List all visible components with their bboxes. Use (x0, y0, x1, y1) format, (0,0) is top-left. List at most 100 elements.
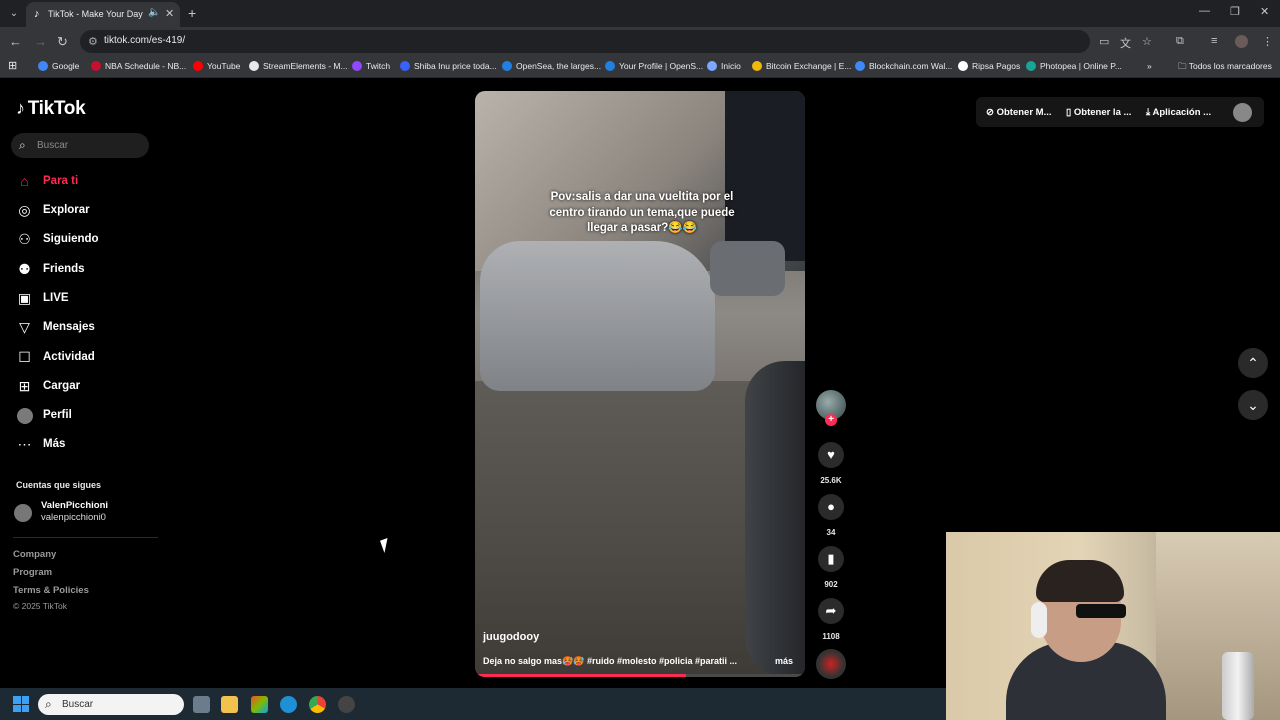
all-bookmarks-folder[interactable]: 🗀 Todos los marcadores (1178, 61, 1272, 75)
bookmarks-bar: ⊞ Google NBA Schedule - NB... YouTube St… (0, 56, 1280, 78)
new-tab-button[interactable]: + (188, 5, 196, 21)
bookmark-star-icon[interactable]: ☆ (1142, 35, 1152, 48)
share-count: 1108 (822, 632, 840, 641)
chevron-up-icon[interactable]: ⌃ (1238, 348, 1268, 378)
obs-icon[interactable] (338, 696, 355, 713)
comment-icon[interactable]: ● (818, 494, 844, 520)
search-icon: ⌕ (19, 138, 26, 152)
bookmark-item[interactable]: Twitch (352, 61, 390, 71)
bookmark-icon[interactable]: ▮ (818, 546, 844, 572)
get-app-button[interactable]: ▯ Obtener la ... (1066, 107, 1131, 118)
nav-item-live[interactable]: ▣ LIVE (16, 288, 69, 308)
chrome-icon[interactable] (309, 696, 326, 713)
profile-avatar[interactable] (1233, 103, 1252, 122)
browser-toolbar: ← → ↻ ⚙ tiktok.com/es-419/ ▭ 文 ☆ ⧉ ≡ ⋮ (0, 27, 1280, 56)
like-icon[interactable]: ♥ (818, 442, 844, 468)
divider (13, 537, 158, 538)
edge-icon[interactable] (280, 696, 297, 713)
nav-item-mensajes[interactable]: ▽ Mensajes (16, 317, 95, 337)
webcam-headphones (1031, 602, 1047, 638)
follow-plus-icon[interactable]: + (825, 414, 837, 426)
nav-item-friends[interactable]: ⚉ Friends (16, 259, 84, 279)
desktop-app-button[interactable]: ⤓ Aplicación ... (1146, 107, 1211, 118)
bookmark-item[interactable]: OpenSea, the larges... (502, 61, 601, 71)
webcam-sunglasses (1076, 604, 1126, 618)
site-info-icon[interactable]: ⚙ (88, 35, 98, 48)
home-icon: ⌂ (20, 172, 29, 189)
nav-item-cargar[interactable]: ⊞ Cargar (16, 376, 80, 396)
nav-item-actividad[interactable]: ☐ Actividad (16, 347, 95, 367)
nav-item-siguiendo[interactable]: ⚇ Siguiendo (16, 229, 98, 249)
footer-link-company[interactable]: Company (13, 549, 56, 560)
more-bookmarks-icon[interactable]: » (1147, 61, 1152, 71)
windows-start-icon[interactable] (13, 696, 29, 712)
taskbar-search-input[interactable]: ⌕ Buscar (38, 694, 184, 715)
menu-icon[interactable]: ⋮ (1262, 35, 1273, 48)
profile-icon (16, 407, 33, 424)
bookmark-item[interactable]: Your Profile | OpenS... (605, 61, 703, 71)
audio-playing-icon[interactable]: 🔈 (148, 7, 160, 18)
browser-tab[interactable]: ♪ TikTok - Make Your Day 🔈 ✕ (26, 2, 180, 27)
nav-item-explorar[interactable]: ◎ Explorar (16, 200, 89, 220)
apps-grid-icon[interactable]: ⊞ (8, 59, 17, 72)
bookmark-item[interactable]: Inicio (707, 61, 741, 71)
video-frame-car (710, 241, 785, 296)
profile-avatar[interactable] (1235, 35, 1248, 48)
nav-item-perfil[interactable]: Perfil (16, 405, 72, 425)
more-button[interactable]: más (775, 656, 793, 666)
share-icon[interactable]: ➦ (818, 598, 844, 624)
media-control-icon[interactable]: ≡ (1211, 35, 1217, 47)
chevron-down-icon[interactable]: ⌄ (1238, 390, 1268, 420)
copilot-icon[interactable] (251, 696, 268, 713)
avatar (14, 504, 32, 522)
reload-icon[interactable]: ↻ (57, 34, 68, 50)
nav-item-mas[interactable]: ⋯ Más (16, 434, 66, 454)
restore-window-icon[interactable]: ❐ (1230, 5, 1240, 18)
bookmark-item[interactable]: Photopea | Online P... (1026, 61, 1122, 71)
bookmark-item[interactable]: NBA Schedule - NB... (91, 61, 186, 71)
close-window-icon[interactable]: ✕ (1260, 5, 1269, 18)
webcam-person-hair (1036, 560, 1124, 602)
following-icon: ⚇ (18, 230, 31, 247)
cast-icon[interactable]: ▭ (1099, 35, 1109, 48)
bookmark-item[interactable]: Ripsa Pagos (958, 61, 1020, 71)
back-icon[interactable]: ← (9, 34, 22, 49)
following-section-title: Cuentas que sigues (16, 480, 102, 490)
browser-tab-bar: ⌄ ♪ TikTok - Make Your Day 🔈 ✕ + — ❐ ✕ (0, 0, 1280, 27)
save-count: 902 (824, 580, 838, 589)
footer-link-terms[interactable]: Terms & Policies (13, 585, 89, 596)
translate-icon[interactable]: 文 (1120, 35, 1131, 51)
messages-icon: ▽ (19, 318, 30, 335)
video-progress-bar[interactable] (475, 674, 805, 677)
bookmark-item[interactable]: Blockchain.com Wal... (855, 61, 952, 71)
activity-icon: ☐ (18, 348, 31, 365)
tab-list-button[interactable]: ⌄ (6, 6, 22, 22)
webcam-background (1156, 532, 1280, 720)
bookmark-item[interactable]: Bitcoin Exchange | E... (752, 61, 851, 71)
windows-taskbar: ⌕ Buscar (0, 688, 946, 720)
tiktok-logo[interactable]: ♪ TikTok (16, 98, 86, 120)
extensions-icon[interactable]: ⧉ (1176, 35, 1184, 48)
nav-item-para-ti[interactable]: ⌂ Para ti (16, 171, 78, 191)
bookmark-item[interactable]: Google (38, 61, 79, 71)
close-tab-icon[interactable]: ✕ (165, 7, 174, 20)
video-username[interactable]: juugodooy (483, 631, 539, 643)
minimize-window-icon[interactable]: — (1199, 5, 1210, 17)
webcam-overlay (946, 532, 1280, 720)
get-coins-button[interactable]: ⊘ Obtener M... (986, 107, 1052, 118)
video-player[interactable]: Pov:salis a dar una vueltita por el cent… (475, 91, 805, 677)
file-explorer-icon[interactable] (221, 696, 238, 713)
bookmark-item[interactable]: YouTube (193, 61, 240, 71)
search-input[interactable]: ⌕ Buscar (11, 133, 149, 158)
taskbar-search-placeholder: Buscar (62, 699, 94, 710)
task-view-icon[interactable] (193, 696, 210, 713)
music-disc-icon[interactable] (816, 649, 846, 679)
forward-icon[interactable]: → (34, 34, 47, 49)
bookmark-item[interactable]: Shiba Inu price toda... (400, 61, 497, 71)
footer-link-program[interactable]: Program (13, 567, 52, 578)
video-progress-fill (475, 674, 687, 677)
video-description: Deja no salgo mas🥵🥵 #ruido #molesto #pol… (483, 656, 737, 666)
tiktok-favicon-icon: ♪ (34, 8, 40, 20)
bookmark-item[interactable]: StreamElements - M... (249, 61, 348, 71)
address-bar[interactable]: ⚙ tiktok.com/es-419/ (80, 30, 1090, 53)
